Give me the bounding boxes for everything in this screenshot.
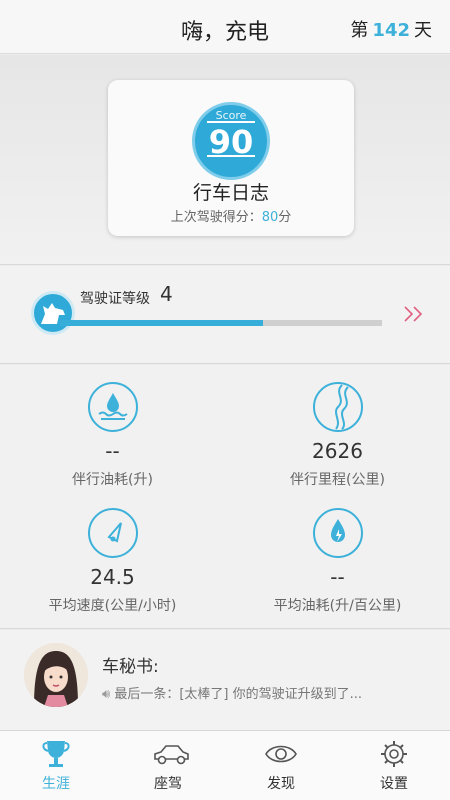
stats-grid: -- 伴行油耗(升) 2626 伴行里程(公里) 24.5 平均速度(公里/小时… [0,365,450,629]
trophy-icon [39,739,73,769]
flame-drop-icon [312,507,364,559]
double-chevron-right-icon[interactable] [403,304,425,329]
score-badge: Score 90 [192,102,270,180]
license-level-row[interactable]: 驾驶证等级 4 [0,266,450,364]
secretary-avatar [24,643,88,707]
score-value: 90 [207,121,255,161]
stat-label: 平均速度(公里/小时) [48,598,177,614]
last-score-value: 80 [261,210,279,225]
day-count: 142 [372,20,410,41]
tab-label: 发现 [267,776,295,792]
license-level-label: 驾驶证等级 [80,291,150,307]
day-prefix: 第 [350,20,369,41]
last-score-prefix: 上次驾驶得分： [170,210,262,225]
stat-value: -- [105,439,120,463]
stat-label: 伴行油耗(升) [72,472,153,488]
speaker-icon: 🔊︎ [102,687,115,702]
tab-vehicle[interactable]: 座驾 [112,731,224,800]
tab-settings[interactable]: 设置 [338,731,450,800]
last-score-suffix: 分 [278,210,292,225]
hero-section: Score 90 行车日志 上次驾驶得分：80分 [0,55,450,265]
day-counter: 第 142 天 [350,16,432,42]
fuel-drop-icon [87,381,139,433]
stat-label: 平均油耗(升/百公里) [273,598,402,614]
road-icon [312,381,364,433]
stat-value: 2626 [312,439,363,463]
stat-label: 伴行里程(公里) [290,472,385,488]
speedometer-icon [87,507,139,559]
secretary-title: 车秘书: [102,657,159,677]
stat-mileage-companion[interactable]: 2626 伴行里程(公里) [225,381,450,489]
license-level-value: 4 [160,282,173,306]
day-suffix: 天 [414,20,432,41]
car-secretary-row[interactable]: 车秘书: 🔊︎ 最后一条：[太棒了] 你的驾驶证升级到了... [0,630,450,730]
stat-average-fuel[interactable]: -- 平均油耗(升/百公里) [225,507,450,615]
tab-label: 座驾 [154,776,182,792]
top-bar: 嗨，充电 第 142 天 [0,0,450,54]
driving-log-card[interactable]: Score 90 行车日志 上次驾驶得分：80分 [108,80,354,236]
eye-icon [264,739,298,769]
stat-value: -- [330,565,345,589]
secretary-message: 🔊︎ 最后一条：[太棒了] 你的驾驶证升级到了... [102,683,362,702]
stat-value: 24.5 [90,565,135,589]
license-progress-fill [60,320,263,326]
driving-log-title: 行车日志 [192,182,269,204]
gear-icon [377,739,411,769]
last-driving-score: 上次驾驶得分：80分 [108,206,354,225]
tab-label: 生涯 [42,776,70,792]
tab-label: 设置 [380,776,408,792]
secretary-message-text: 最后一条：[太棒了] 你的驾驶证升级到了... [114,687,363,702]
car-icon [151,739,189,769]
stat-average-speed[interactable]: 24.5 平均速度(公里/小时) [0,507,225,615]
tab-career[interactable]: 生涯 [0,731,112,800]
horse-icon [31,291,75,335]
bottom-tab-bar: 生涯 座驾 发现 设置 [0,730,450,800]
tab-discover[interactable]: 发现 [225,731,337,800]
stat-fuel-companion[interactable]: -- 伴行油耗(升) [0,381,225,489]
license-progress-track [60,320,382,326]
